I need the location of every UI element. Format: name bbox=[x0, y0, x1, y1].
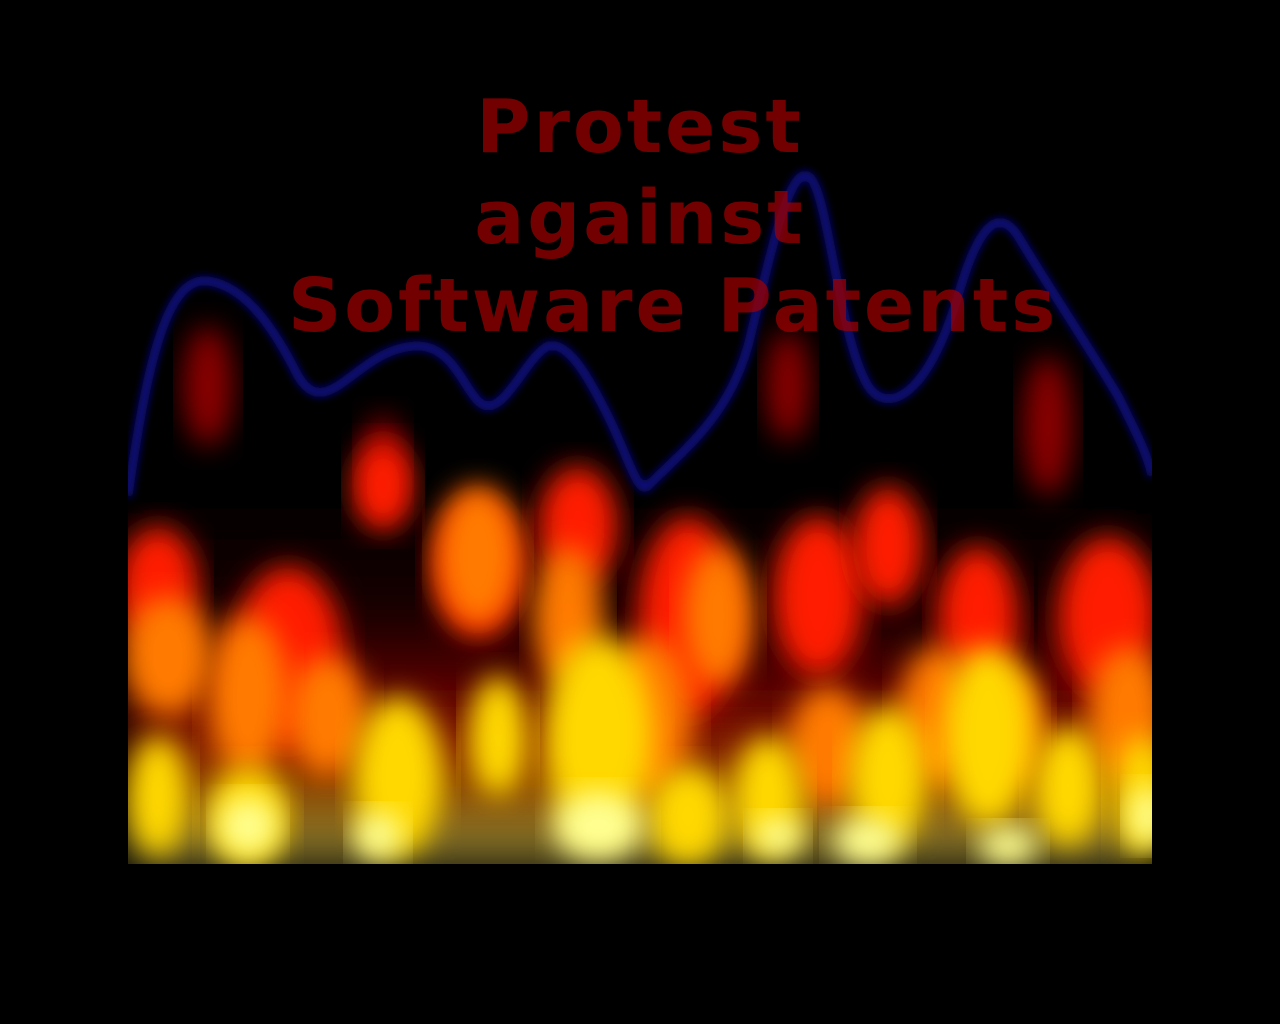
ember-blob bbox=[183, 326, 233, 446]
ember-blob bbox=[766, 331, 810, 441]
fire-animation bbox=[128, 170, 1152, 864]
fire-stage: Protest against Software Patents bbox=[128, 96, 1152, 864]
glow-wave-line bbox=[128, 170, 1152, 497]
orange-flame-blob bbox=[208, 616, 288, 776]
red-flame-blob bbox=[773, 516, 863, 676]
hot-spot-blob bbox=[553, 791, 643, 861]
yellow-flame-blob bbox=[1033, 726, 1103, 846]
yellow-flame-blob bbox=[648, 766, 728, 864]
orange-flame-blob bbox=[683, 546, 753, 686]
red-flame-blob bbox=[353, 441, 413, 531]
hot-spot-blob bbox=[353, 811, 403, 861]
hot-spot-blob bbox=[218, 796, 278, 856]
red-flame-blob bbox=[853, 486, 923, 606]
hot-spot-blob bbox=[753, 816, 803, 856]
hot-spot-blob bbox=[833, 816, 903, 864]
ember-blob bbox=[1023, 356, 1073, 496]
yellow-flame-blob bbox=[468, 676, 528, 796]
screen-background: Protest against Software Patents bbox=[0, 0, 1280, 1024]
yellow-flame-blob bbox=[128, 736, 188, 856]
yellow-flame-blob bbox=[943, 646, 1033, 826]
orange-flame-blob bbox=[438, 486, 518, 626]
